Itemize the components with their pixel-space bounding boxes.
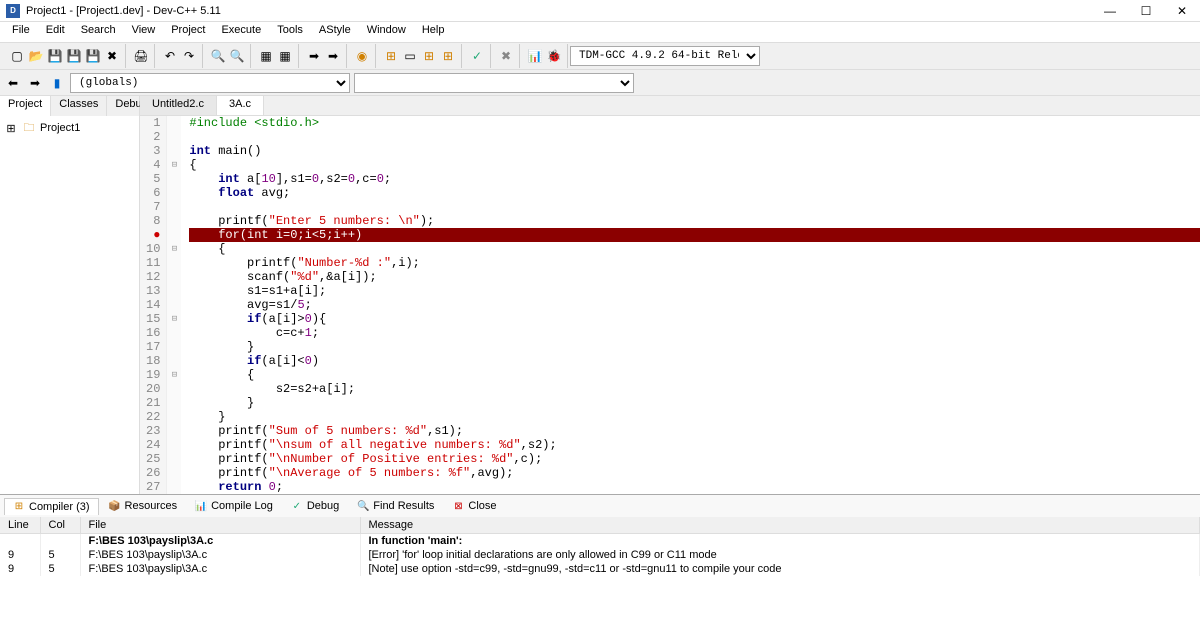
project-icon: 🗀 bbox=[22, 121, 36, 135]
compiler-output-table: LineColFileMessage F:\BES 103\payslip\3A… bbox=[0, 517, 1200, 576]
menu-search[interactable]: Search bbox=[73, 22, 124, 42]
back-icon[interactable]: ⬅ bbox=[4, 74, 22, 92]
left-tab-classes[interactable]: Classes bbox=[51, 96, 107, 116]
compiler-row[interactable]: 95F:\BES 103\payslip\3A.c[Error] 'for' l… bbox=[0, 548, 1200, 562]
check-icon[interactable]: ✓ bbox=[468, 47, 486, 65]
grid-icon[interactable]: ⊞ bbox=[382, 47, 400, 65]
editor-tab[interactable]: Untitled2.c bbox=[140, 96, 217, 115]
undo-icon[interactable]: ↶ bbox=[161, 47, 179, 65]
menu-tools[interactable]: Tools bbox=[269, 22, 311, 42]
bottom-tab-find-results[interactable]: 🔍Find Results bbox=[349, 498, 442, 514]
bottom-tab-debug[interactable]: ✓Debug bbox=[283, 498, 347, 514]
editor-area: Untitled2.c3A.c 12345678●101112131415161… bbox=[140, 96, 1200, 494]
scope-toolbar: ⬅ ➡ ▮ (globals) bbox=[0, 70, 1200, 96]
bottom-tab-compiler-[interactable]: ⊞Compiler (3) bbox=[4, 498, 99, 515]
app-icon: D bbox=[6, 4, 20, 18]
debug-icon[interactable]: ◉ bbox=[353, 47, 371, 65]
open-icon[interactable]: 📂 bbox=[27, 47, 45, 65]
scope-select[interactable]: (globals) bbox=[70, 73, 350, 93]
menu-window[interactable]: Window bbox=[359, 22, 414, 42]
compiler-row[interactable]: F:\BES 103\payslip\3A.cIn function 'main… bbox=[0, 534, 1200, 549]
project-tree: ⊞ 🗀 Project1 bbox=[0, 116, 139, 494]
editor-tabs: Untitled2.c3A.c bbox=[140, 96, 1200, 116]
save-icon[interactable]: 💾 bbox=[46, 47, 64, 65]
bottom-tab-resources[interactable]: 📦Resources bbox=[101, 498, 186, 514]
bottom-tabs: ⊞Compiler (3)📦Resources📊Compile Log✓Debu… bbox=[0, 495, 1200, 517]
chart-icon[interactable]: 📊 bbox=[526, 47, 544, 65]
menu-astyle[interactable]: AStyle bbox=[311, 22, 359, 42]
close-file-icon[interactable]: ✖ bbox=[103, 47, 121, 65]
bottom-tab-compile-log[interactable]: 📊Compile Log bbox=[187, 498, 281, 514]
replace-icon[interactable]: 🔍 bbox=[228, 47, 246, 65]
menu-edit[interactable]: Edit bbox=[38, 22, 73, 42]
menubar: FileEditSearchViewProjectExecuteToolsASt… bbox=[0, 22, 1200, 42]
bookmark-icon[interactable]: ▮ bbox=[48, 74, 66, 92]
code-editor[interactable]: 12345678●1011121314151617181920212223242… bbox=[140, 116, 1200, 494]
col-message[interactable]: Message bbox=[360, 517, 1200, 534]
titlebar: D Project1 - [Project1.dev] - Dev-C++ 5.… bbox=[0, 0, 1200, 22]
left-tab-project[interactable]: Project bbox=[0, 96, 51, 116]
rebuild-icon[interactable]: ➡ bbox=[324, 47, 342, 65]
main-area: ProjectClassesDebug ⊞ 🗀 Project1 Untitle… bbox=[0, 96, 1200, 494]
redo-icon[interactable]: ↷ bbox=[180, 47, 198, 65]
member-select[interactable] bbox=[354, 73, 634, 93]
col-file[interactable]: File bbox=[80, 517, 360, 534]
close-button[interactable]: ✕ bbox=[1170, 3, 1194, 19]
maximize-button[interactable]: ☐ bbox=[1134, 3, 1158, 19]
tree-root-label: Project1 bbox=[40, 122, 80, 134]
print-icon[interactable]: 🖨 bbox=[132, 47, 150, 65]
menu-file[interactable]: File bbox=[4, 22, 38, 42]
grid3-icon[interactable]: ⊞ bbox=[439, 47, 457, 65]
menu-project[interactable]: Project bbox=[163, 22, 213, 42]
minimize-button[interactable]: — bbox=[1098, 3, 1122, 19]
main-toolbar: ▢ 📂 💾 💾 💾 ✖ 🖨 ↶ ↷ 🔍 🔍 ▦ ▦ ➡ ➡ ◉ ⊞ ▭ ⊞ ⊞ … bbox=[0, 42, 1200, 70]
new-file-icon[interactable]: ▢ bbox=[8, 47, 26, 65]
window-title: Project1 - [Project1.dev] - Dev-C++ 5.11 bbox=[26, 5, 1098, 17]
bug-icon[interactable]: 🐞 bbox=[545, 47, 563, 65]
compiler-select[interactable]: TDM-GCC 4.9.2 64-bit Release bbox=[570, 46, 760, 66]
left-panel: ProjectClassesDebug ⊞ 🗀 Project1 bbox=[0, 96, 140, 494]
col-line[interactable]: Line bbox=[0, 517, 40, 534]
editor-tab[interactable]: 3A.c bbox=[217, 96, 264, 115]
compiler-row[interactable]: 95F:\BES 103\payslip\3A.c[Note] use opti… bbox=[0, 562, 1200, 576]
bottom-tab-close[interactable]: ⊠Close bbox=[444, 498, 504, 514]
bottom-panel: ⊞Compiler (3)📦Resources📊Compile Log✓Debu… bbox=[0, 494, 1200, 626]
col-col[interactable]: Col bbox=[40, 517, 80, 534]
tree-root[interactable]: ⊞ 🗀 Project1 bbox=[4, 120, 135, 136]
save-as-icon[interactable]: 💾 bbox=[84, 47, 102, 65]
expand-icon[interactable]: ⊞ bbox=[4, 121, 18, 135]
compile-run-icon[interactable]: ➡ bbox=[305, 47, 323, 65]
save-all-icon[interactable]: 💾 bbox=[65, 47, 83, 65]
forward-icon[interactable]: ➡ bbox=[26, 74, 44, 92]
menu-help[interactable]: Help bbox=[414, 22, 453, 42]
left-tabs: ProjectClassesDebug bbox=[0, 96, 139, 116]
compile-icon[interactable]: ▦ bbox=[257, 47, 275, 65]
menu-view[interactable]: View bbox=[124, 22, 164, 42]
menu-execute[interactable]: Execute bbox=[213, 22, 269, 42]
window-icon[interactable]: ▭ bbox=[401, 47, 419, 65]
grid2-icon[interactable]: ⊞ bbox=[420, 47, 438, 65]
find-icon[interactable]: 🔍 bbox=[209, 47, 227, 65]
x-icon[interactable]: ✖ bbox=[497, 47, 515, 65]
run-icon[interactable]: ▦ bbox=[276, 47, 294, 65]
